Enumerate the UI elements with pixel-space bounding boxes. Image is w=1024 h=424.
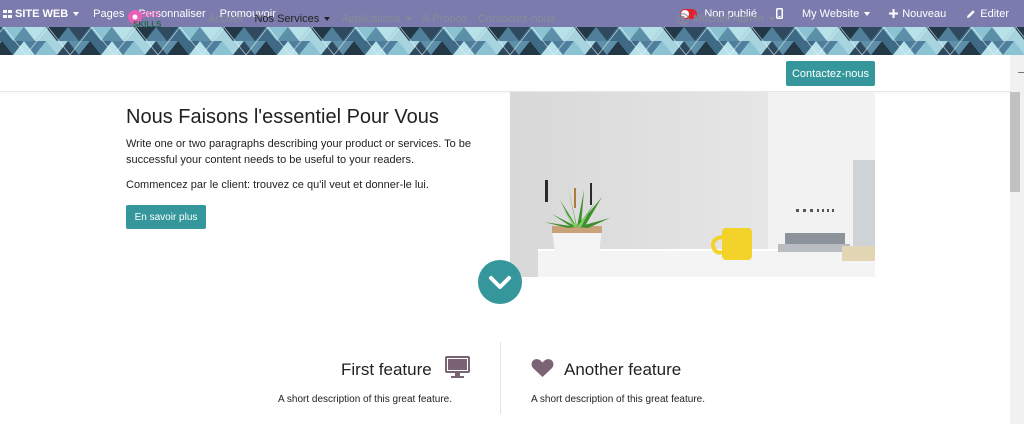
user-icon — [677, 12, 689, 25]
new-label: Nouveau — [902, 7, 947, 20]
logo-text-bottom: SKILLS — [133, 20, 162, 29]
scroll-down-button[interactable] — [478, 260, 522, 304]
nav-services[interactable]: Nos Services — [254, 12, 331, 25]
grid-icon — [3, 9, 12, 18]
plus-icon — [889, 9, 899, 18]
nav-about[interactable]: A Propos — [423, 13, 468, 25]
logo-text-top: DOO — [141, 10, 159, 19]
nav-applications[interactable]: Applications — [341, 12, 412, 25]
chevron-down-icon — [405, 16, 412, 21]
new-button[interactable]: Nouveau — [882, 0, 956, 27]
nav-applications-label: Applications — [341, 12, 401, 25]
site-web-menu[interactable]: SITE WEB — [0, 0, 86, 27]
hero-paragraph: Write one or two paragraphs describing y… — [126, 138, 472, 166]
hero-image — [510, 92, 875, 277]
heart-icon — [531, 358, 554, 378]
nav-home-label: Accueil — [208, 12, 244, 25]
pencil-icon — [967, 9, 975, 18]
nav-links: Accueil Nos Services Applications A Prop… — [208, 0, 566, 37]
feature-1-title: First feature — [341, 360, 432, 379]
nav-about-label: A Propos — [422, 12, 468, 25]
chevron-down-icon — [489, 276, 511, 289]
edit-label: Editer — [980, 7, 1009, 20]
website-label: My Website — [801, 7, 860, 20]
feature-2-title: Another feature — [564, 360, 682, 379]
user-name: Mitchell Admin — [693, 12, 764, 25]
nav-contact-label: Contactez-nous — [478, 12, 556, 25]
feature-2-description: A short description of this great featur… — [531, 394, 705, 405]
hero-title: Nous Faisons l'essentiel Pour Vous — [126, 106, 439, 128]
desktop-icon — [445, 356, 470, 379]
pages-menu[interactable]: Pages — [86, 0, 131, 27]
learn-more-button[interactable]: En savoir plus — [126, 205, 206, 229]
user-menu[interactable]: Mitchell Admin — [677, 0, 775, 37]
scrollbar-thumb[interactable] — [1010, 92, 1020, 192]
chevron-down-icon — [864, 11, 871, 16]
pages-label: Pages — [93, 7, 125, 20]
scrollbar-top-edge — [1018, 72, 1024, 73]
nav-home[interactable]: Accueil — [208, 13, 243, 25]
hero-paragraph-secondary: Commencez par le client: trouvez ce qu'i… — [126, 179, 429, 191]
mobile-icon — [775, 8, 783, 19]
chevron-down-icon — [73, 11, 80, 16]
contact-cta-button[interactable]: Contactez-nous — [786, 61, 875, 86]
feature-divider — [500, 342, 501, 414]
nav-contact[interactable]: Contactez-nous — [478, 13, 555, 25]
chevron-down-icon — [768, 16, 775, 21]
chevron-down-icon — [324, 16, 331, 21]
feature-1-description: A short description of this great featur… — [278, 394, 452, 405]
website-switcher[interactable]: My Website — [795, 0, 882, 27]
edit-button[interactable]: Editer — [956, 0, 1024, 27]
nav-services-label: Nos Services — [254, 12, 320, 25]
logo[interactable]: DOO SKILLS — [127, 7, 187, 31]
site-web-label: SITE WEB — [15, 7, 69, 20]
